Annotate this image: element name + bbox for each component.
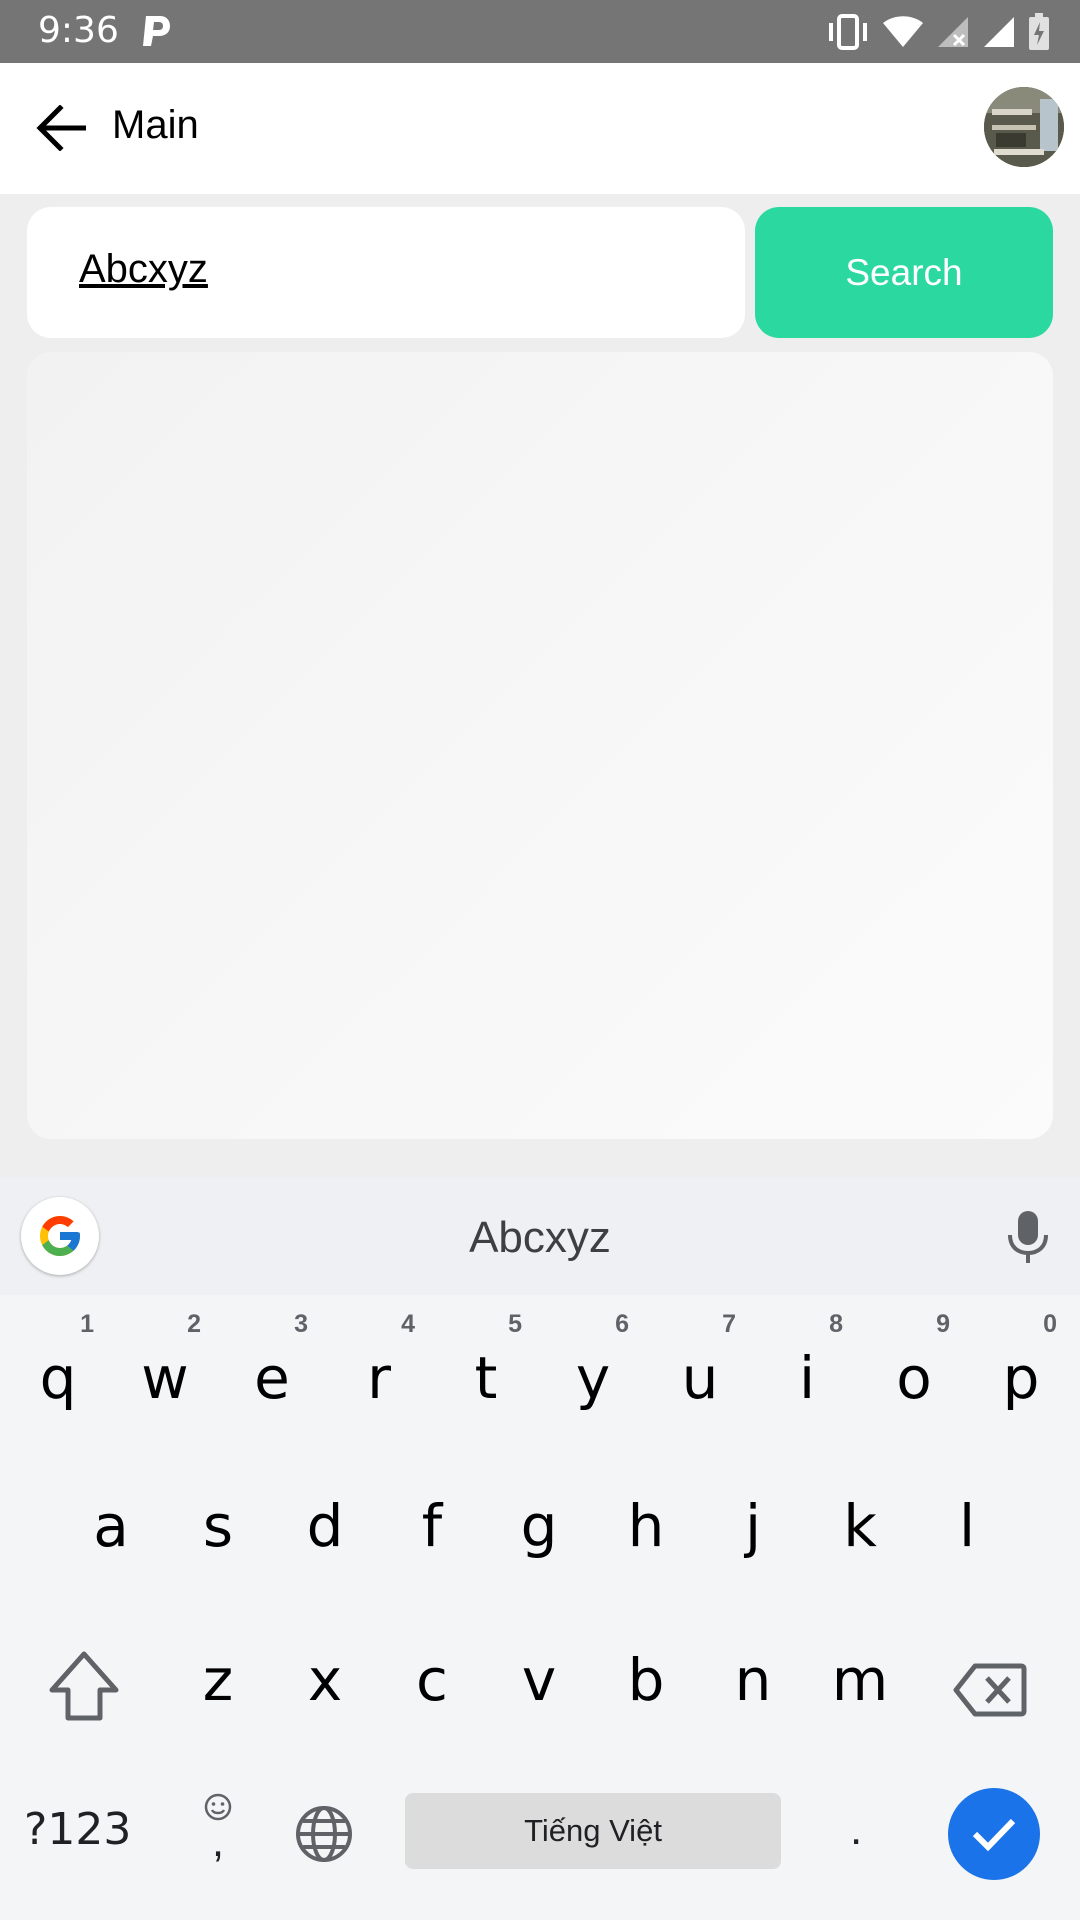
key-k[interactable]: k — [810, 1468, 910, 1588]
results-panel — [27, 352, 1053, 1139]
key-letter: x — [307, 1646, 343, 1714]
key-y[interactable]: 6y — [543, 1302, 643, 1422]
search-input-value: Abcxyz — [79, 247, 208, 291]
key-hint: 3 — [294, 1310, 308, 1338]
key-t[interactable]: 5t — [436, 1302, 536, 1422]
key-i[interactable]: 8i — [757, 1302, 857, 1422]
globe-icon[interactable] — [294, 1804, 354, 1864]
key-letter: h — [627, 1492, 665, 1560]
key-letter: q — [39, 1344, 77, 1412]
key-letter: l — [958, 1492, 976, 1560]
key-b[interactable]: b — [596, 1622, 696, 1742]
status-icons — [826, 12, 1050, 52]
key-letter: z — [202, 1646, 234, 1714]
key-letter: a — [93, 1492, 129, 1560]
key-letter: m — [831, 1646, 889, 1714]
key-letter: i — [798, 1344, 816, 1412]
key-letter: y — [575, 1344, 611, 1412]
signal-icon — [984, 17, 1014, 47]
key-hint: 7 — [722, 1310, 736, 1338]
backspace-icon[interactable] — [953, 1662, 1027, 1718]
key-letter: r — [367, 1344, 391, 1412]
key-letter: s — [202, 1492, 234, 1560]
space-key[interactable]: Tiếng Việt — [405, 1793, 781, 1869]
key-letter: f — [421, 1492, 443, 1560]
check-icon — [972, 1818, 1016, 1852]
key-v[interactable]: v — [489, 1622, 589, 1742]
search-button[interactable]: Search — [755, 207, 1053, 338]
symbols-key[interactable]: ?123 — [24, 1804, 131, 1855]
key-u[interactable]: 7u — [650, 1302, 750, 1422]
key-letter: c — [416, 1646, 448, 1714]
key-z[interactable]: z — [168, 1622, 268, 1742]
key-c[interactable]: c — [382, 1622, 482, 1742]
key-letter: p — [1002, 1344, 1040, 1412]
parking-app-icon — [143, 16, 170, 46]
key-letter: t — [474, 1344, 498, 1412]
key-s[interactable]: s — [168, 1468, 268, 1588]
key-a[interactable]: a — [61, 1468, 161, 1588]
back-button[interactable] — [28, 100, 94, 156]
key-hint: 1 — [80, 1310, 94, 1338]
key-letter: v — [521, 1646, 557, 1714]
key-d[interactable]: d — [275, 1468, 375, 1588]
avatar[interactable] — [984, 87, 1064, 167]
status-time: 9:36 — [38, 10, 119, 51]
key-n[interactable]: n — [703, 1622, 803, 1742]
wifi-icon — [883, 16, 923, 47]
signal-no-data-icon — [938, 17, 968, 47]
suggestion-word[interactable]: Abcxyz — [0, 1213, 1080, 1263]
key-q[interactable]: 1q — [8, 1302, 108, 1422]
key-letter: b — [627, 1646, 665, 1714]
key-letter: o — [896, 1344, 932, 1412]
key-r[interactable]: 4r — [329, 1302, 429, 1422]
app-bar: Main — [0, 63, 1080, 194]
comma-label: , — [211, 1817, 225, 1866]
period-key[interactable]: . — [850, 1805, 862, 1855]
key-w[interactable]: 2w — [115, 1302, 215, 1422]
key-hint: 9 — [936, 1310, 950, 1338]
key-hint: 4 — [401, 1310, 415, 1338]
key-hint: 5 — [508, 1310, 522, 1338]
status-bar: 9:36 — [0, 0, 1080, 63]
key-l[interactable]: l — [917, 1468, 1017, 1588]
key-letter: g — [520, 1492, 558, 1560]
key-j[interactable]: j — [703, 1468, 803, 1588]
key-letter: j — [744, 1492, 762, 1560]
key-hint: 6 — [615, 1310, 629, 1338]
page-title: Main — [112, 103, 199, 147]
mic-icon[interactable] — [1000, 1207, 1056, 1267]
avatar-photo — [984, 87, 1064, 167]
battery-charging-icon — [1029, 13, 1049, 50]
key-letter: w — [141, 1344, 189, 1412]
key-f[interactable]: f — [382, 1468, 482, 1588]
key-hint: 0 — [1043, 1310, 1057, 1338]
key-letter: u — [681, 1344, 719, 1412]
key-m[interactable]: m — [810, 1622, 910, 1742]
key-letter: k — [843, 1492, 877, 1560]
comma-emoji-key[interactable]: , — [200, 1792, 236, 1872]
arrow-back-icon — [36, 105, 86, 151]
key-e[interactable]: 3e — [222, 1302, 322, 1422]
content-area: Abcxyz Search — [0, 194, 1080, 1177]
shift-icon[interactable] — [44, 1646, 124, 1726]
enter-button[interactable] — [948, 1788, 1040, 1880]
suggestion-bar: Abcxyz — [0, 1177, 1080, 1295]
key-g[interactable]: g — [489, 1468, 589, 1588]
key-letter: e — [254, 1344, 290, 1412]
key-h[interactable]: h — [596, 1468, 696, 1588]
key-hint: 8 — [829, 1310, 843, 1338]
key-hint: 2 — [187, 1310, 201, 1338]
key-letter: n — [734, 1646, 772, 1714]
key-p[interactable]: 0p — [971, 1302, 1071, 1422]
key-x[interactable]: x — [275, 1622, 375, 1742]
key-letter: d — [306, 1492, 344, 1560]
key-o[interactable]: 9o — [864, 1302, 964, 1422]
search-input[interactable]: Abcxyz — [27, 207, 745, 338]
vibrate-icon — [829, 14, 867, 50]
